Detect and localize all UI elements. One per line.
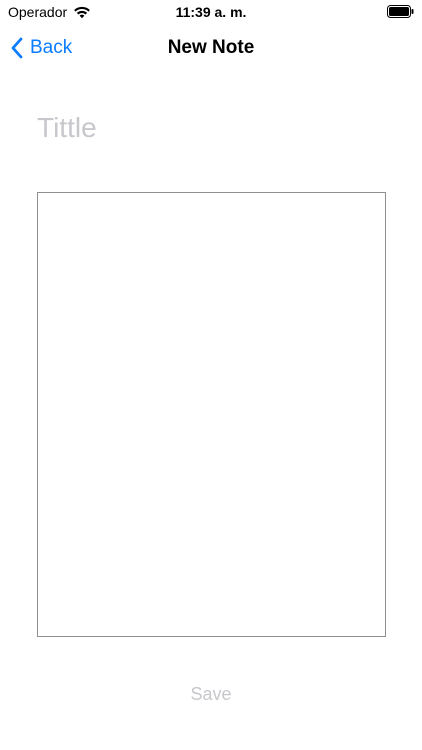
save-button[interactable]: Save [171,682,251,706]
new-note-screen: Operador 11:39 a. m. Back New Note Save [0,0,422,750]
status-bar: Operador 11:39 a. m. [0,0,422,24]
status-time: 11:39 a. m. [175,4,247,20]
title-input[interactable] [37,108,385,148]
battery-icon [387,5,414,18]
page-title: New Note [167,37,255,58]
navigation-bar: Back New Note [0,30,422,66]
note-body-textarea[interactable] [37,192,386,637]
